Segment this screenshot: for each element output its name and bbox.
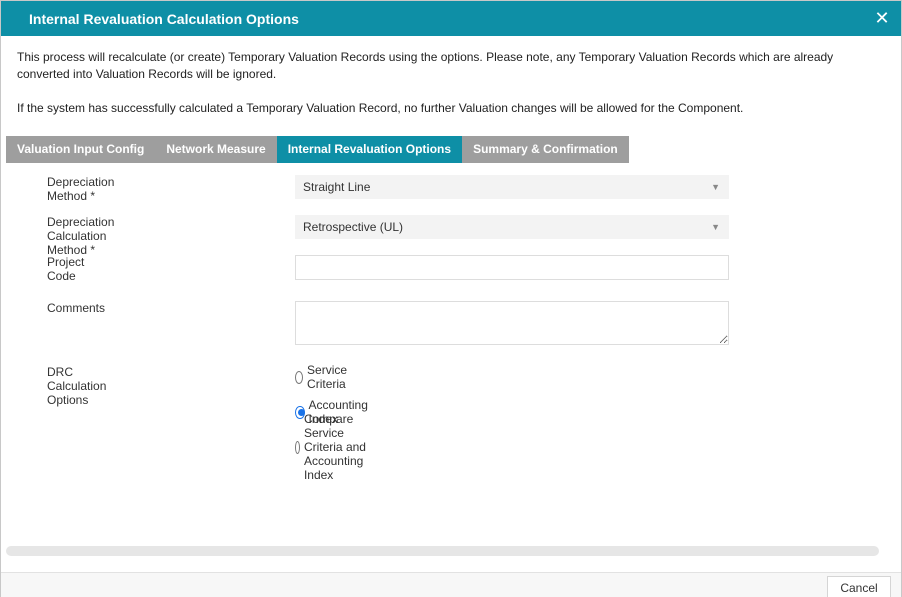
intro-text: This process will recalculate (or create…	[17, 49, 877, 117]
dialog-titlebar: Internal Revaluation Calculation Options…	[1, 1, 901, 36]
drc-options-label: DRC Calculation Options	[47, 365, 107, 407]
horizontal-scrollbar[interactable]	[6, 546, 879, 556]
project-code-input[interactable]	[295, 255, 729, 280]
intro-paragraph-1: This process will recalculate (or create…	[17, 50, 834, 81]
cancel-button[interactable]: Cancel	[827, 576, 891, 597]
depreciation-method-value: Straight Line	[303, 180, 371, 194]
radio-service-criteria[interactable]: Service Criteria	[295, 363, 352, 391]
radio-button[interactable]	[295, 370, 304, 384]
depreciation-calc-method-label: Depreciation Calculation Method *	[47, 215, 115, 257]
project-code-label: Project Code	[47, 255, 85, 283]
dialog-title: Internal Revaluation Calculation Options	[29, 11, 299, 27]
comments-label: Comments	[47, 301, 106, 315]
intro-paragraph-2: If the system has successfully calculate…	[17, 101, 744, 115]
dialog-footer: Cancel	[1, 572, 901, 597]
depreciation-method-select[interactable]: Straight Line ▼	[295, 175, 729, 199]
tab-valuation-input-config[interactable]: Valuation Input Config	[6, 136, 156, 163]
radio-label-service-criteria: Service Criteria	[307, 363, 348, 391]
tab-network-measure[interactable]: Network Measure	[155, 136, 277, 163]
caret-down-icon: ▼	[711, 182, 720, 192]
caret-down-icon: ▼	[711, 222, 720, 232]
radio-compare-criteria-index[interactable]: Compare Service Criteria and Accounting …	[295, 412, 371, 482]
radio-label-compare: Compare Service Criteria and Accounting …	[303, 412, 366, 482]
tab-summary-confirmation[interactable]: Summary & Confirmation	[462, 136, 629, 163]
tab-internal-revaluation-options[interactable]: Internal Revaluation Options	[276, 136, 463, 163]
depreciation-method-label: Depreciation Method *	[47, 175, 115, 203]
close-icon[interactable]: ✕	[873, 8, 891, 28]
revaluation-options-dialog: Internal Revaluation Calculation Options…	[0, 0, 902, 597]
depreciation-calc-method-value: Retrospective (UL)	[303, 220, 404, 234]
radio-button[interactable]	[295, 440, 300, 454]
comments-textarea[interactable]	[295, 301, 729, 345]
depreciation-calc-method-select[interactable]: Retrospective (UL) ▼	[295, 215, 729, 239]
wizard-tabs: Valuation Input Config Network Measure I…	[6, 136, 629, 163]
